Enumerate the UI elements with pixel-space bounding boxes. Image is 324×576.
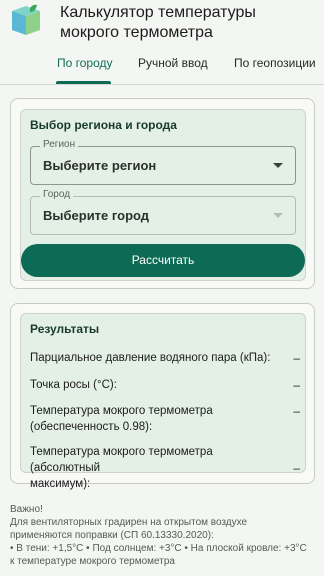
app-header: Калькулятор температуры мокрого термомет… — [0, 0, 324, 85]
city-select[interactable]: Город Выберите город — [30, 189, 296, 235]
tab-by-city[interactable]: По городу — [57, 56, 113, 80]
city-label: Город — [40, 189, 74, 200]
results-card: Результаты Парциальное давление водяного… — [10, 303, 315, 490]
note-line: к температуре мокрого термометра — [10, 556, 175, 567]
results-panel: Результаты Парциальное давление водяного… — [20, 313, 306, 490]
result-row-wet-bulb-max: Температура мокрого термометра (абсолютн… — [30, 444, 300, 492]
result-label-line2: (обеспеченность 0.98): — [30, 421, 153, 433]
result-label: Температура мокрого термометра (абсолютн… — [30, 444, 280, 492]
result-label-line2: максимум): — [30, 478, 91, 490]
location-card: Выбор региона и города Регион Выберите р… — [10, 98, 315, 289]
region-select[interactable]: Регион Выберите регион — [30, 139, 296, 185]
note-corrections: • В тени: +1,5°C • Под солнцем: +3°C • Н… — [10, 543, 307, 554]
results-title: Результаты — [30, 322, 100, 336]
result-label: Температура мокрого термометра (обеспече… — [30, 403, 280, 435]
result-row-wet-bulb-098: Температура мокрого термометра (обеспече… — [30, 403, 300, 435]
correction-note: Важно! Для вентиляторных градирен на отк… — [10, 503, 316, 568]
result-label: Точка росы (°C): — [30, 379, 117, 391]
city-value: Выберите город — [43, 208, 150, 223]
result-label-line1: Температура мокрого термометра (абсолютн… — [30, 446, 213, 474]
dropdown-arrow-icon — [273, 213, 283, 218]
app-logo-icon — [12, 4, 40, 35]
app-title-line2: мокрого термометра — [60, 24, 213, 41]
result-label-line1: Температура мокрого термометра — [30, 405, 213, 417]
result-value: – — [293, 378, 300, 392]
app-title-line1: Калькулятор температуры — [60, 4, 256, 21]
tab-by-geolocation[interactable]: По геопозиции — [234, 56, 316, 80]
tab-bar: По городу Ручной ввод По геопозиции — [0, 50, 324, 85]
app-title: Калькулятор температуры мокрого термомет… — [60, 3, 310, 43]
result-value: – — [293, 404, 300, 418]
tab-manual-input[interactable]: Ручной ввод — [138, 56, 208, 80]
dropdown-arrow-icon — [273, 163, 283, 168]
active-tab-indicator — [56, 81, 111, 84]
note-line: Для вентиляторных градирен на открытом в… — [10, 517, 248, 528]
result-row-dew-point: Точка росы (°C): – — [30, 377, 300, 393]
result-value: – — [293, 351, 300, 365]
result-label: Парциальное давление водяного пара (кПа)… — [30, 352, 271, 364]
region-label: Регион — [40, 139, 79, 150]
note-heading: Важно! — [10, 504, 43, 515]
result-row-vapor-pressure: Парциальное давление водяного пара (кПа)… — [30, 350, 300, 366]
region-value: Выберите регион — [43, 158, 157, 173]
location-panel: Выбор региона и города Регион Выберите р… — [20, 109, 306, 281]
calculate-button[interactable]: Рассчитать — [21, 244, 305, 277]
location-section-title: Выбор региона и города — [30, 118, 177, 132]
note-line: применяются поправки (СП 60.13330.2020): — [10, 530, 214, 541]
result-value: – — [293, 461, 300, 475]
